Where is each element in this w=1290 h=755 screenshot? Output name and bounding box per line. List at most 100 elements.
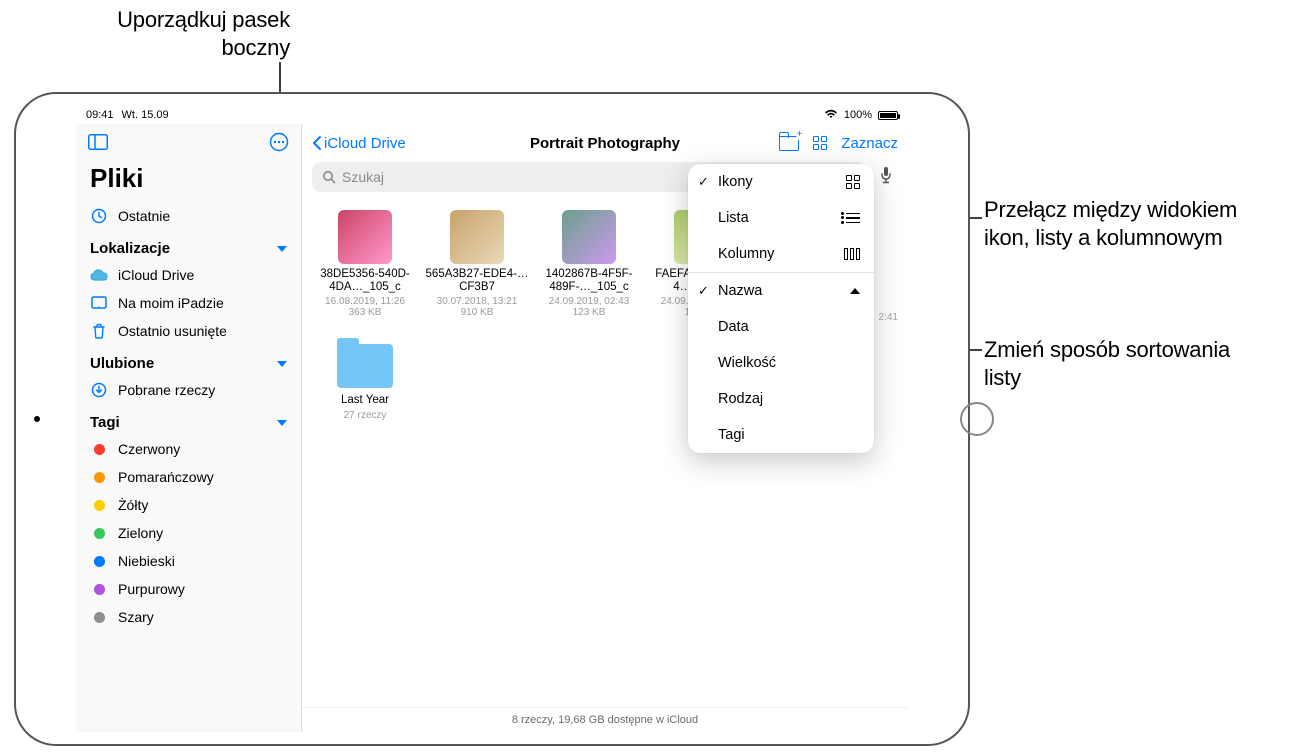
annotation-organize-sidebar: Uporządkuj pasek boczny bbox=[80, 6, 290, 61]
popup-item-label: Nazwa bbox=[718, 283, 762, 299]
folder-meta: 27 rzeczy bbox=[344, 410, 387, 421]
popup-view-lista[interactable]: Lista bbox=[688, 200, 874, 236]
popup-sort-data[interactable]: Data bbox=[688, 309, 874, 345]
hidden-file-time: 2:41 bbox=[879, 312, 898, 323]
sidebar-section-favorites[interactable]: Ulubione bbox=[76, 345, 301, 376]
tag-label: Szary bbox=[118, 609, 154, 625]
search-placeholder: Szukaj bbox=[342, 169, 384, 185]
popup-view-ikony[interactable]: Ikony bbox=[688, 164, 874, 200]
nav-bar: iCloud Drive Portrait Photography Zaznac… bbox=[302, 124, 908, 162]
sidebar-section-locations[interactable]: Lokalizacje bbox=[76, 230, 301, 261]
sidebar-item-recently-deleted[interactable]: Ostatnio usunięte bbox=[76, 317, 301, 345]
sidebar-tag-item[interactable]: Zielony bbox=[76, 519, 301, 547]
popup-sort-wielkość[interactable]: Wielkość bbox=[688, 345, 874, 381]
popup-sort-nazwa[interactable]: Nazwa bbox=[688, 273, 874, 309]
file-item[interactable]: 38DE5356-540D-4DA…_105_c 16.08.2019, 11:… bbox=[310, 204, 420, 324]
battery-percent: 100% bbox=[844, 109, 872, 121]
cloud-icon bbox=[90, 269, 108, 281]
sidebar-section-tags[interactable]: Tagi bbox=[76, 404, 301, 435]
file-date: 16.08.2019, 11:26 bbox=[325, 296, 405, 307]
tag-label: Zielony bbox=[118, 525, 163, 541]
tag-color-dot bbox=[90, 444, 108, 455]
tag-color-dot bbox=[90, 556, 108, 567]
screen: 09:41 Wt. 15.09 100% bbox=[76, 106, 908, 732]
grid-icon bbox=[846, 175, 860, 189]
download-icon bbox=[90, 382, 108, 398]
annotation-sort: Zmień sposób sortowania listy bbox=[984, 336, 1244, 391]
sidebar-title: Pliki bbox=[76, 159, 301, 202]
file-thumbnail bbox=[562, 210, 616, 264]
popup-item-label: Wielkość bbox=[718, 355, 776, 371]
main-area: iCloud Drive Portrait Photography Zaznac… bbox=[302, 124, 908, 732]
footer-status: 8 rzeczy, 19,68 GB dostępne w iCloud bbox=[302, 707, 908, 732]
file-thumbnail bbox=[450, 210, 504, 264]
popup-sort-tagi[interactable]: Tagi bbox=[688, 417, 874, 453]
file-thumbnail bbox=[338, 210, 392, 264]
file-item[interactable]: 565A3B27-EDE4-…CF3B7 30.07.2018, 13:21 9… bbox=[422, 204, 532, 324]
search-icon bbox=[322, 170, 336, 184]
tag-label: Purpurowy bbox=[118, 581, 185, 597]
sidebar-tag-item[interactable]: Purpurowy bbox=[76, 575, 301, 603]
popup-item-label: Ikony bbox=[718, 174, 753, 190]
file-name: 1402867B-4F5F-489F-…_105_c bbox=[536, 268, 642, 294]
folder-name: Last Year bbox=[341, 394, 389, 407]
section-label: Ulubione bbox=[90, 355, 154, 372]
back-button[interactable]: iCloud Drive bbox=[312, 135, 406, 152]
sidebar-tag-item[interactable]: Niebieski bbox=[76, 547, 301, 575]
section-label: Lokalizacje bbox=[90, 240, 170, 257]
status-time: 09:41 bbox=[86, 109, 114, 121]
sidebar-tag-item[interactable]: Czerwony bbox=[76, 435, 301, 463]
folder-item[interactable]: Last Year 27 rzeczy bbox=[310, 330, 420, 426]
file-size: 123 KB bbox=[573, 307, 606, 318]
sidebar-item-recents[interactable]: Ostatnie bbox=[76, 202, 301, 230]
sidebar-item-label: iCloud Drive bbox=[118, 267, 194, 283]
sidebar-item-label: Ostatnie bbox=[118, 208, 170, 224]
folder-icon bbox=[337, 344, 393, 388]
sidebar-tag-item[interactable]: Pomarańczowy bbox=[76, 463, 301, 491]
tag-label: Żółty bbox=[118, 497, 148, 513]
sidebar-item-label: Na moim iPadzie bbox=[118, 295, 224, 311]
popup-item-label: Tagi bbox=[718, 427, 745, 443]
file-item[interactable]: 1402867B-4F5F-489F-…_105_c 24.09.2019, 0… bbox=[534, 204, 644, 324]
popup-item-label: Data bbox=[718, 319, 749, 335]
file-size: 910 KB bbox=[461, 307, 494, 318]
camera-dot bbox=[34, 416, 40, 422]
list-icon bbox=[842, 213, 860, 224]
view-mode-icon[interactable] bbox=[813, 136, 827, 150]
section-label: Tagi bbox=[90, 414, 120, 431]
status-bar: 09:41 Wt. 15.09 100% bbox=[76, 106, 908, 124]
sidebar-item-label: Pobrane rzeczy bbox=[118, 382, 215, 398]
sidebar-item-downloads[interactable]: Pobrane rzeczy bbox=[76, 376, 301, 404]
file-name: 565A3B27-EDE4-…CF3B7 bbox=[424, 268, 530, 294]
wifi-icon bbox=[824, 109, 838, 122]
ipad-icon bbox=[90, 296, 108, 310]
new-folder-icon[interactable] bbox=[779, 136, 799, 151]
sidebar-tag-item[interactable]: Żółty bbox=[76, 491, 301, 519]
more-icon[interactable] bbox=[269, 132, 289, 157]
status-date: Wt. 15.09 bbox=[122, 109, 169, 121]
clock-icon bbox=[90, 208, 108, 224]
select-button[interactable]: Zaznacz bbox=[841, 135, 898, 152]
chevron-down-icon bbox=[277, 420, 287, 426]
trash-icon bbox=[90, 323, 108, 339]
home-button[interactable] bbox=[960, 402, 994, 436]
file-date: 30.07.2018, 13:21 bbox=[437, 296, 518, 307]
view-sort-popup: Ikony Lista Kolumny Nazwa Data Wielkość Rodza… bbox=[688, 164, 874, 453]
popup-sort-rodzaj[interactable]: Rodzaj bbox=[688, 381, 874, 417]
back-label: iCloud Drive bbox=[324, 135, 406, 152]
dictation-icon[interactable] bbox=[874, 166, 898, 189]
popup-item-label: Rodzaj bbox=[718, 391, 763, 407]
tag-label: Pomarańczowy bbox=[118, 469, 214, 485]
annotation-switch-view: Przełącz między widokiem ikon, listy a k… bbox=[984, 196, 1274, 251]
sidebar-item-icloud[interactable]: iCloud Drive bbox=[76, 261, 301, 289]
popup-view-kolumny[interactable]: Kolumny bbox=[688, 236, 874, 272]
columns-icon bbox=[844, 248, 860, 260]
chevron-down-icon bbox=[277, 361, 287, 367]
sidebar-toggle-icon[interactable] bbox=[88, 134, 108, 155]
popup-item-label: Lista bbox=[718, 210, 749, 226]
tag-label: Niebieski bbox=[118, 553, 175, 569]
sidebar-item-on-ipad[interactable]: Na moim iPadzie bbox=[76, 289, 301, 317]
chevron-down-icon bbox=[277, 246, 287, 252]
sidebar-tag-item[interactable]: Szary bbox=[76, 603, 301, 631]
ipad-frame: 09:41 Wt. 15.09 100% bbox=[14, 92, 970, 746]
